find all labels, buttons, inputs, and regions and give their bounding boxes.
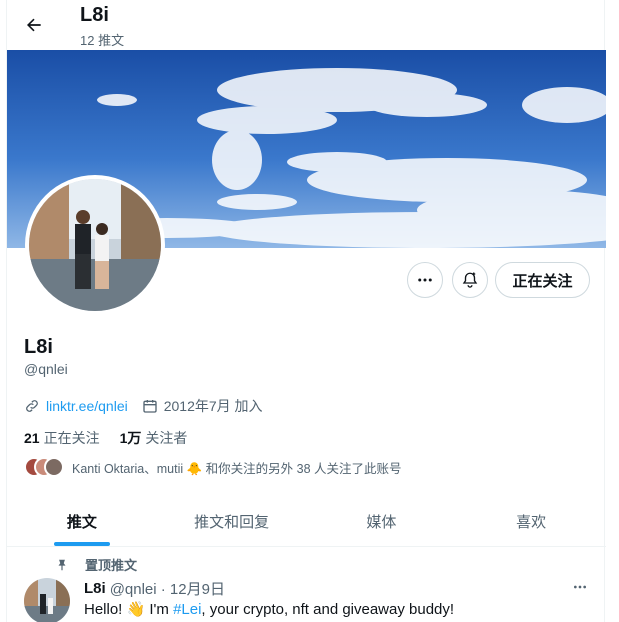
more-button[interactable] <box>407 262 443 298</box>
followed-by-text: Kanti Oktaria、mutii 🐥 和你关注的另外 38 人关注了此账号 <box>72 461 402 476</box>
more-icon <box>574 585 586 589</box>
profile-meta: linktr.ee/qnlei 2012年7月 加入 <box>24 396 263 416</box>
followers-you-know[interactable]: Kanti Oktaria、mutii 🐥 和你关注的另外 38 人关注了此账号 <box>24 457 402 477</box>
tab-tweets[interactable]: 推文 <box>7 497 157 546</box>
tab-likes[interactable]: 喜欢 <box>456 497 606 546</box>
link-icon <box>26 400 38 412</box>
calendar-icon <box>143 400 157 413</box>
header-title: L8i <box>80 4 109 26</box>
tweet-avatar-image <box>24 578 70 622</box>
join-date: 2012年7月 加入 <box>142 396 263 416</box>
back-button[interactable] <box>19 10 49 40</box>
followers-count: 1万 <box>119 430 142 446</box>
mutual-avatars <box>24 457 64 477</box>
display-name: L8i <box>24 336 53 358</box>
user-handle: @qnlei <box>24 361 68 377</box>
bell-plus-icon <box>462 272 478 288</box>
hashtag-link[interactable]: #Lei <box>173 601 201 618</box>
following-button[interactable]: 正在关注 <box>495 262 590 298</box>
tweet-author[interactable]: L8i <box>84 580 106 597</box>
tab-tweets-and-replies[interactable]: 推文和回复 <box>157 497 307 546</box>
pinned-indicator: 置顶推文 <box>55 555 137 574</box>
tweet-meta: @qnlei · 12月9日 <box>109 581 225 598</box>
followers-label: 关注者 <box>145 430 188 446</box>
notify-button[interactable] <box>452 262 488 298</box>
follow-stats: 21 正在关注 1万 关注者 <box>24 428 187 448</box>
followers-stat[interactable]: 1万 关注者 <box>120 428 188 448</box>
following-label: 正在关注 <box>43 430 100 446</box>
pinned-label: 置顶推文 <box>85 558 138 573</box>
tab-media[interactable]: 媒体 <box>307 497 457 546</box>
profile-link[interactable]: linktr.ee/qnlei <box>46 398 128 414</box>
avatar-image <box>29 179 161 311</box>
tweet-count: 12 推文 <box>80 33 125 48</box>
tweet-text-part: , your crypto, nft and giveaway buddy! <box>201 600 455 618</box>
tweet-text: Hello! 👋 I'm #Lei , your crypto, nft and… <box>84 600 455 619</box>
mutual-avatar <box>44 457 64 477</box>
profile-column: L8i 12 推文 正在关注 L8i @qnlei linktr.ee/qnle… <box>6 0 606 622</box>
profile-tabs: 推文 推文和回复 媒体 喜欢 <box>7 497 606 547</box>
back-arrow-icon <box>27 18 41 32</box>
top-bar: L8i 12 推文 <box>7 0 606 50</box>
profile-avatar[interactable] <box>25 175 165 315</box>
tweet-avatar[interactable] <box>24 578 70 622</box>
tweet-more-button[interactable] <box>569 578 591 596</box>
following-count: 21 <box>24 430 40 446</box>
following-stat[interactable]: 21 正在关注 <box>24 428 100 448</box>
tweet-header: L8i @qnlei · 12月9日 <box>84 578 225 599</box>
pin-icon <box>58 559 66 570</box>
join-date-text: 2012年7月 加入 <box>163 398 263 414</box>
tweet-text-part: Hello! 👋 I'm <box>84 601 174 618</box>
more-icon <box>418 278 432 282</box>
